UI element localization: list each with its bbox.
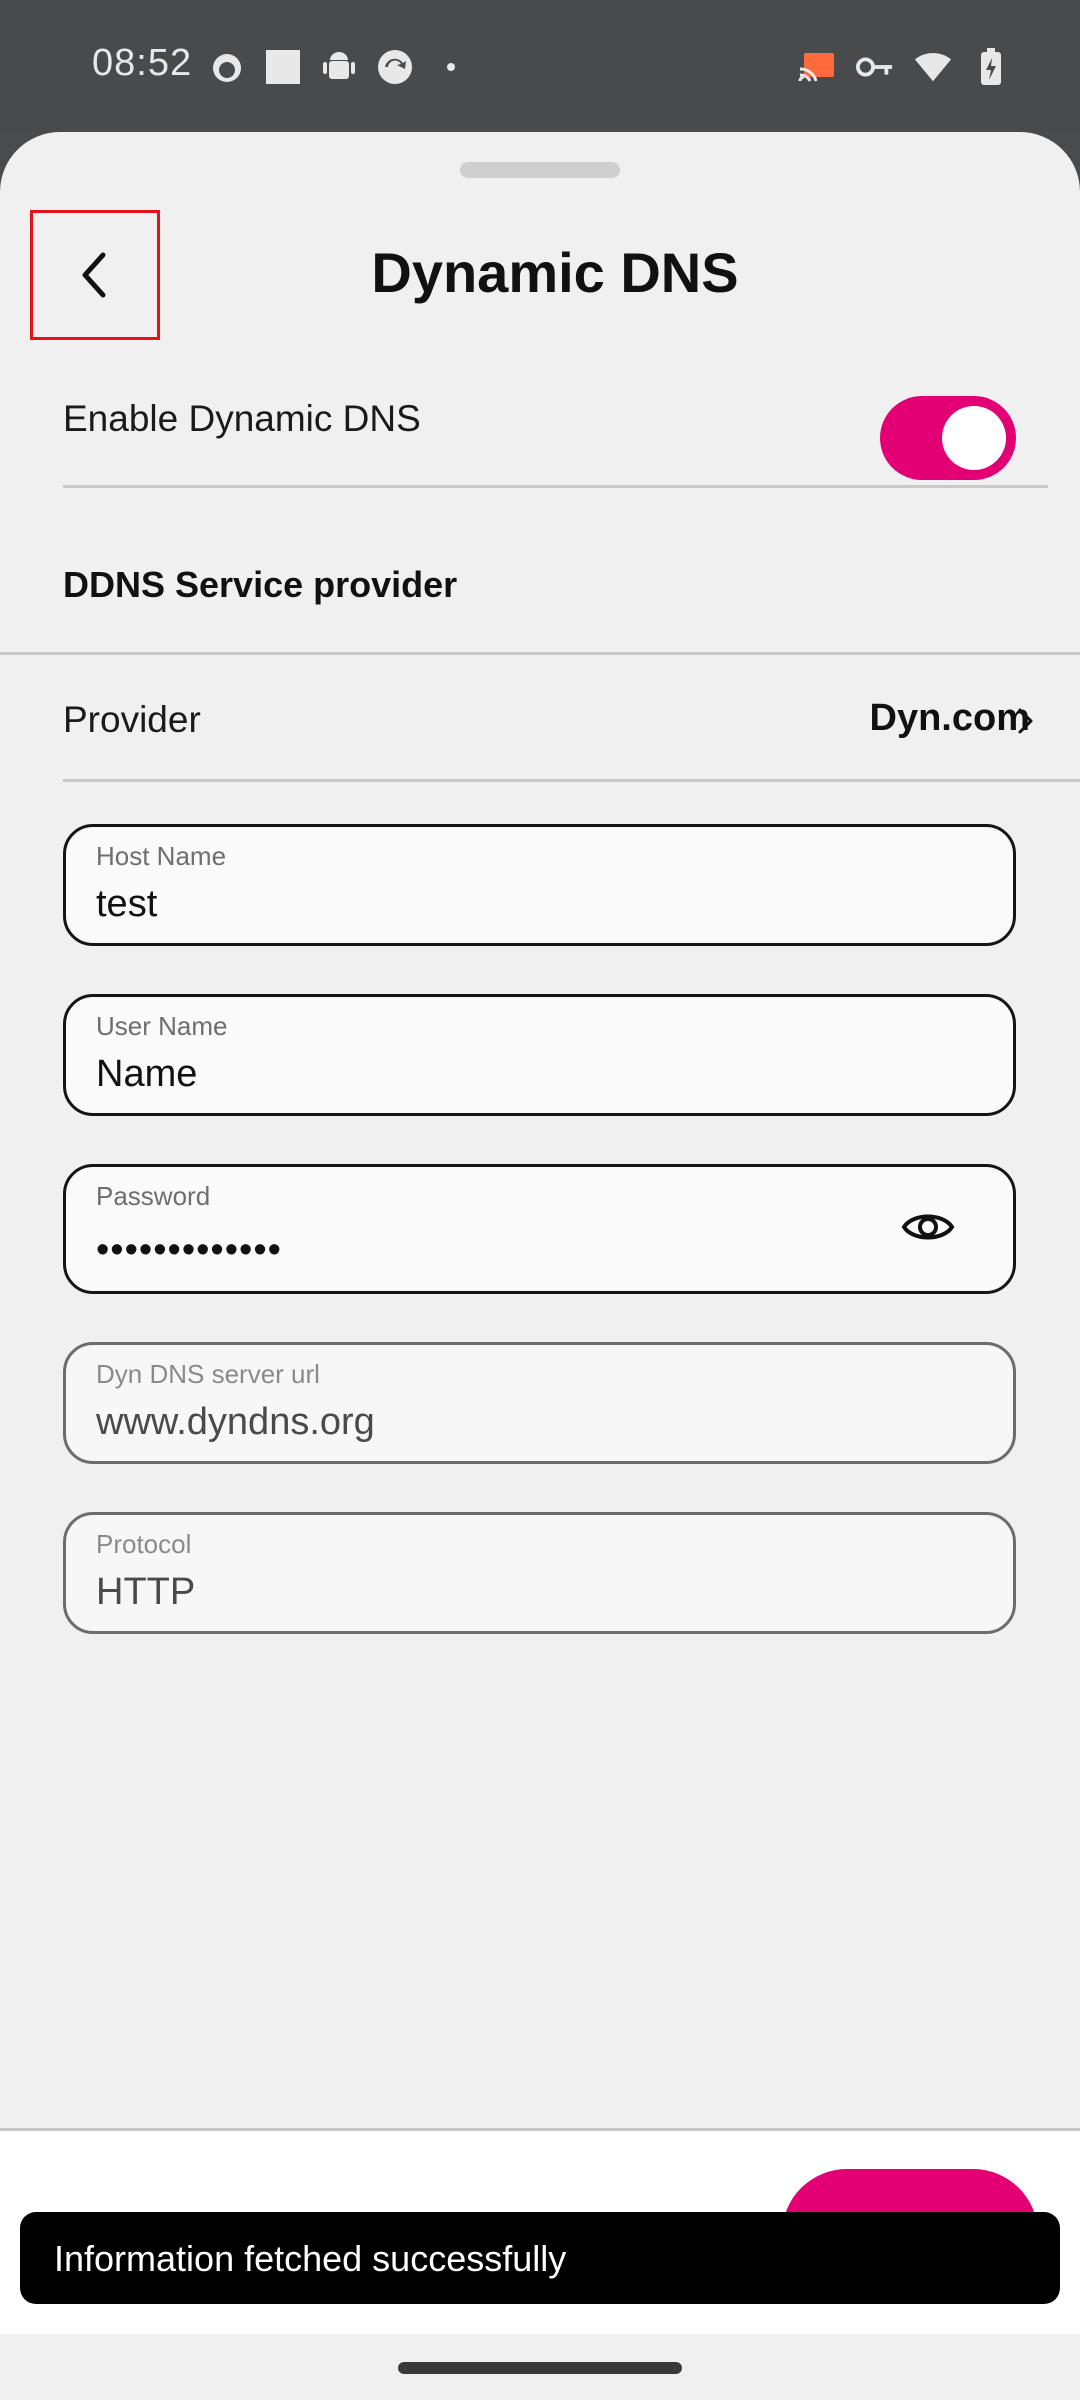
sync-app-icon [376,48,414,86]
enable-dynamic-dns-label: Enable Dynamic DNS [63,398,421,439]
toggle-knob [942,406,1006,470]
dynamic-dns-sheet: Dynamic DNS Enable Dynamic DNS DDNS Serv… [0,132,1080,2400]
status-system-icons [798,48,1010,86]
server-url-value: www.dyndns.org [96,1401,375,1443]
host-name-label: Host Name [96,841,227,871]
home-gesture-pill[interactable] [398,2362,682,2374]
user-name-label: User Name [96,1011,228,1041]
provider-label: Provider [63,699,201,740]
enable-dynamic-dns-toggle[interactable] [880,396,1016,480]
sheet-drag-handle[interactable] [460,162,620,178]
protocol-label: Protocol [96,1529,192,1559]
snackbar: Information fetched successfully [20,2212,1060,2304]
page-title: Dynamic DNS [371,241,739,304]
password-field[interactable]: Password ••••••••••••• [63,1164,1016,1294]
chevron-right-icon [1018,708,1033,734]
provider-row[interactable]: Provider Dyn.com [63,655,1080,782]
eye-icon [901,1214,955,1240]
status-time: 08:52 [92,42,193,84]
toggle-password-visibility-button[interactable] [901,1207,955,1247]
password-value: ••••••••••••• [96,1229,282,1271]
dot-icon [432,48,470,86]
host-name-field[interactable]: Host Name test [63,824,1016,946]
provider-value: Dyn.com [869,697,1030,739]
enable-dynamic-dns-row: Enable Dynamic DNS [63,358,1048,488]
host-name-value: test [96,883,158,925]
dyn-dns-server-url-field: Dyn DNS server url www.dyndns.org [63,1342,1016,1464]
user-name-value: Name [96,1053,198,1095]
status-bar: 08:52 [0,0,1080,132]
snackbar-message: Information fetched successfully [54,2238,567,2279]
battery-icon [972,48,1010,86]
password-label: Password [96,1181,211,1211]
section-title: DDNS Service provider [63,564,458,605]
user-name-field[interactable]: User Name Name [63,994,1016,1116]
protocol-value: HTTP [96,1571,196,1613]
cat-notification-icon [208,48,246,86]
gesture-nav-area [0,2334,1080,2400]
status-notification-icons [208,48,470,86]
vpn-key-icon [856,48,894,86]
square-app-icon [264,48,302,86]
server-url-label: Dyn DNS server url [96,1359,320,1389]
cast-icon [798,48,836,86]
wifi-icon [914,48,952,86]
protocol-field: Protocol HTTP [63,1512,1016,1634]
android-icon [320,48,358,86]
